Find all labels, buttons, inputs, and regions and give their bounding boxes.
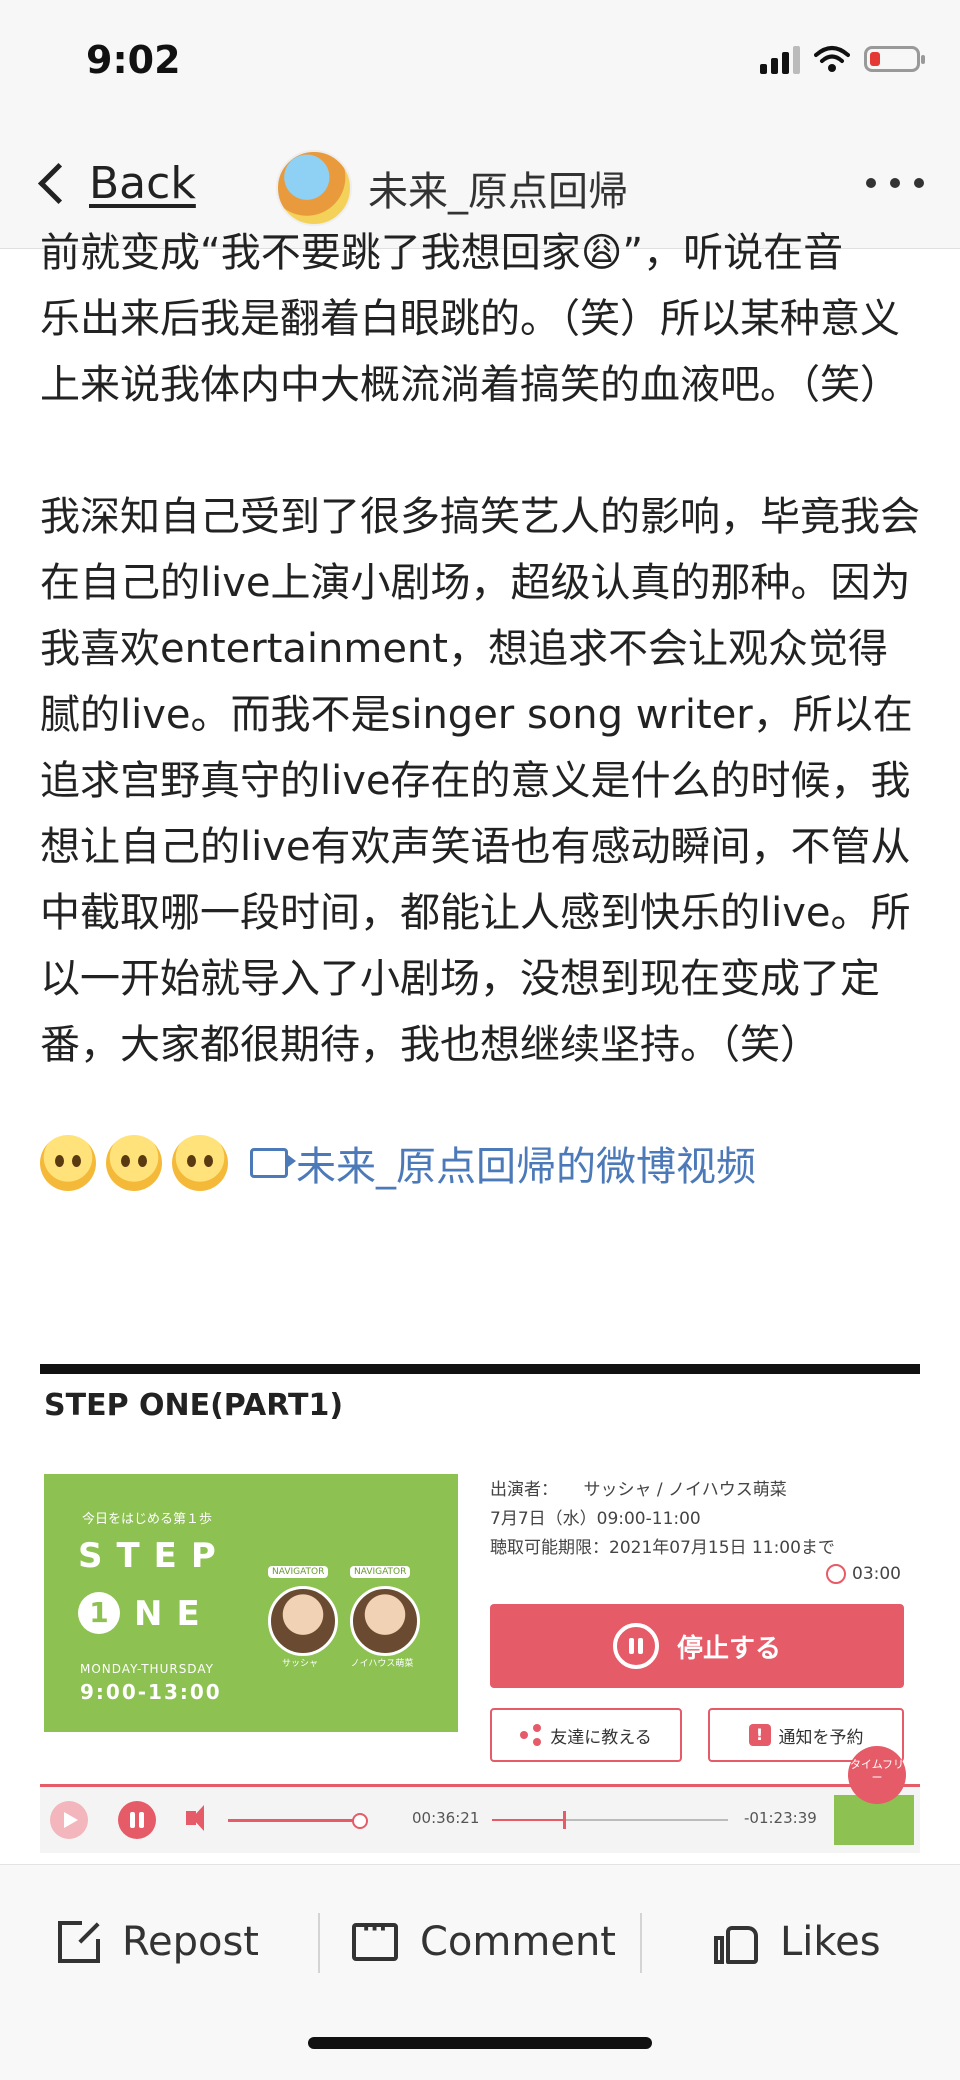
- signal-icon: [760, 44, 800, 74]
- stop-label: 停止する: [676, 1633, 781, 1664]
- likes-label: Likes: [780, 1919, 881, 1965]
- program-title: STEP ONE(PART1): [44, 1388, 344, 1423]
- program-info: 出演者： サッシャ / ノイハウス萌菜 7月7日（水）09:00-11:00 聴…: [490, 1476, 835, 1563]
- battery-icon: [864, 46, 925, 72]
- embedded-player: STEP ONE(PART1) 今日をはじめる第１歩 STEP 1 NE MON…: [40, 1364, 920, 1866]
- toolbar-divider: [640, 1913, 642, 1973]
- cast-line: 出演者： サッシャ / ノイハウス萌菜: [490, 1480, 787, 1500]
- volume-slider[interactable]: [228, 1819, 358, 1822]
- deadline-line: 聴取可能期限：2021年07月15日 11:00まで: [490, 1538, 835, 1558]
- status-bar: 9:02: [0, 0, 960, 120]
- date-line: 7月7日（水）09:00-11:00: [490, 1509, 701, 1529]
- comment-icon: [352, 1917, 398, 1961]
- timer-value: 03:00: [852, 1564, 901, 1584]
- navigator-tag: NAVIGATOR: [350, 1566, 411, 1578]
- repost-label: Repost: [122, 1919, 259, 1965]
- notify-label: 通知を予約: [778, 1727, 864, 1748]
- sleep-timer[interactable]: 03:00: [826, 1564, 901, 1584]
- nav-title-text: 未来_原点回帰: [368, 169, 628, 215]
- pause-button[interactable]: [118, 1801, 156, 1839]
- play-button[interactable]: [50, 1801, 88, 1839]
- post-paragraph-1: 乐出来后我是翻着白眼跳的。（笑）所以某种意义上来说我体内中大概流淌着搞笑的血液吧…: [40, 296, 900, 408]
- emoji-icon: [172, 1135, 228, 1191]
- banner-step: STEP: [78, 1536, 230, 1576]
- banner-hours: 9:00-13:00: [80, 1680, 222, 1704]
- navigator-photo: [350, 1586, 420, 1656]
- toolbar-divider: [318, 1913, 320, 1973]
- comment-label: Comment: [420, 1919, 616, 1965]
- timefree-badge[interactable]: タイムフリー: [848, 1746, 906, 1804]
- remaining-time: -01:23:39: [744, 1809, 817, 1827]
- seek-bar[interactable]: [492, 1811, 728, 1829]
- volume-knob[interactable]: [352, 1813, 368, 1829]
- navigator-photo: [268, 1586, 338, 1656]
- seek-fill: [492, 1819, 563, 1821]
- pause-icon: [612, 1623, 659, 1669]
- banner-ne: NE: [134, 1594, 214, 1634]
- thumbs-up-icon: [714, 1920, 758, 1964]
- status-time: 9:02: [86, 38, 181, 82]
- navigator-name: サッシャ: [281, 1659, 318, 1669]
- navigator-name: ノイハウス萌菜: [350, 1659, 414, 1669]
- video-link-text: 未来_原点回帰的微博视频: [296, 1144, 756, 1190]
- banner-days: MONDAY-THURSDAY: [80, 1662, 214, 1676]
- chevron-left-icon: [37, 162, 80, 205]
- home-indicator: [308, 2037, 652, 2049]
- back-label: Back: [89, 158, 196, 209]
- notification-icon: !: [748, 1724, 771, 1746]
- post-paragraph-2: 我深知自己受到了很多搞笑艺人的影响，毕竟我会在自己的live上演小剧场，超级认真…: [40, 494, 920, 1068]
- emoji-icon: [106, 1135, 162, 1191]
- share-icon: [520, 1724, 542, 1746]
- share-button[interactable]: 友達に教える: [490, 1708, 682, 1762]
- more-options-icon[interactable]: [866, 178, 924, 188]
- program-banner[interactable]: 今日をはじめる第１歩 STEP 1 NE MONDAY-THURSDAY 9:0…: [44, 1474, 458, 1732]
- stop-button[interactable]: 停止する: [490, 1604, 904, 1688]
- status-icons: [760, 44, 925, 74]
- post-text-fragment: 前就变成“我不要跳了我想回家😩”，听说在音: [40, 230, 844, 276]
- comment-button[interactable]: Comment: [352, 1909, 616, 1975]
- wifi-icon: [814, 46, 850, 72]
- back-button[interactable]: Back: [34, 158, 196, 209]
- likes-button[interactable]: Likes: [714, 1909, 881, 1975]
- repost-icon: [58, 1917, 104, 1963]
- video-link[interactable]: 未来_原点回帰的微博视频: [250, 1134, 756, 1192]
- volume-icon[interactable]: [186, 1805, 204, 1831]
- banner-subtitle: 今日をはじめる第１歩: [82, 1512, 213, 1527]
- share-label: 友達に教える: [550, 1727, 652, 1748]
- post-content: 前就变成“我不要跳了我想回家😩”，听说在音 乐出来后我是翻着白眼跳的。（笑）所以…: [40, 230, 920, 1198]
- navigator-tag: NAVIGATOR: [268, 1566, 329, 1578]
- avatar[interactable]: [276, 150, 352, 226]
- player-controls: 00:36:21 -01:23:39: [40, 1784, 920, 1853]
- emoji-row: 未来_原点回帰的微博视频: [40, 1128, 920, 1198]
- video-icon: [250, 1148, 296, 1178]
- repost-button[interactable]: Repost: [58, 1909, 259, 1975]
- emoji-icon: [40, 1135, 96, 1191]
- nav-title[interactable]: 未来_原点回帰: [276, 150, 628, 226]
- banner-one-badge: 1: [78, 1592, 120, 1634]
- seek-handle[interactable]: [562, 1811, 566, 1829]
- elapsed-time: 00:36:21: [412, 1809, 480, 1827]
- timer-icon: [826, 1564, 846, 1584]
- bottom-toolbar: Repost Comment Likes: [0, 1864, 960, 2080]
